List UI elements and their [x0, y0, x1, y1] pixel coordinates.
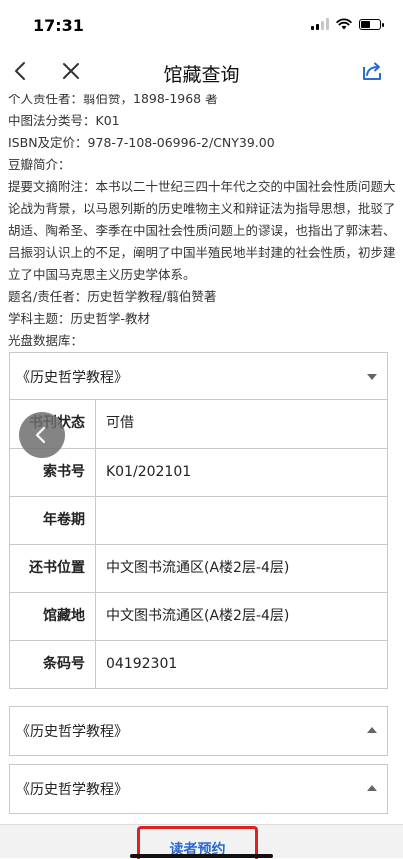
table-row: 条码号 04192301 [10, 640, 387, 688]
home-indicator [130, 854, 273, 858]
bottom-bar: 读者预约 [0, 824, 403, 859]
table-value: 中文图书流通区(A楼2层-4层) [106, 608, 290, 624]
book-info: 个人责任者：翦伯赞，1898-1968 著 中图法分类号：K01 ISBN及定价… [8, 94, 396, 352]
table-value: K01/202101 [106, 464, 192, 480]
info-line-subject: 学科主题：历史哲学-教材 [8, 311, 151, 326]
status-time: 17:31 [33, 16, 84, 35]
table-row: 索书号 K01/202101 [10, 448, 387, 496]
battery-icon [359, 18, 384, 30]
table-row: 书刊状态 可借 [10, 400, 387, 448]
caret-up-icon [367, 785, 377, 791]
info-line-isbn: ISBN及定价：978-7-108-06996-2/CNY39.00 [8, 135, 275, 150]
holding-title: 《历史哲学教程》 [16, 782, 128, 798]
table-value: 中文图书流通区(A楼2层-4层) [106, 560, 290, 576]
page-title: 馆藏查询 [163, 64, 240, 86]
caret-up-icon [367, 727, 377, 733]
content-area[interactable]: 个人责任者：翦伯赞，1898-1968 著 中图法分类号：K01 ISBN及定价… [0, 94, 403, 824]
status-bar: 17:31 [0, 0, 403, 50]
table-value: 可借 [106, 415, 134, 431]
table-value: 04192301 [106, 656, 178, 672]
table-key: 还书位置 [10, 545, 96, 592]
cellular-signal-icon [311, 18, 329, 30]
chevron-left-icon [35, 426, 46, 444]
floating-back-button[interactable] [19, 412, 65, 458]
info-line-douban: 豆瓣简介： [8, 157, 71, 172]
caret-down-icon [367, 374, 377, 380]
table-value [96, 497, 387, 544]
table-row: 馆藏地 中文图书流通区(A楼2层-4层) [10, 592, 387, 640]
status-icons [311, 18, 384, 30]
table-key: 馆藏地 [10, 593, 96, 640]
info-line-classification: 中图法分类号：K01 [8, 113, 120, 128]
holding-dropdown-2[interactable]: 《历史哲学教程》 [9, 706, 388, 756]
holding-title: 《历史哲学教程》 [16, 370, 128, 386]
table-row: 还书位置 中文图书流通区(A楼2层-4层) [10, 544, 387, 592]
navigation-bar: 馆藏查询 [0, 50, 403, 94]
info-line-title-author: 题名/责任者：历史哲学教程/翦伯赞著 [8, 289, 217, 304]
info-line-cd-database: 光盘数据库： [8, 333, 84, 348]
holding-detail-table: 书刊状态 可借 索书号 K01/202101 年卷期 还书位置 中文图书流通区(… [9, 399, 388, 689]
info-line-author: 个人责任者：翦伯赞，1898-1968 著 [8, 94, 218, 106]
holding-title: 《历史哲学教程》 [16, 724, 128, 740]
info-line-abstract: 提要文摘附注：本书以二十世纪三四十年代之交的中国社会性质问题大论战为背景，以马恩… [8, 179, 396, 282]
holding-dropdown-1[interactable]: 《历史哲学教程》 [9, 352, 388, 402]
holding-dropdown-3[interactable]: 《历史哲学教程》 [9, 764, 388, 814]
table-row: 年卷期 [10, 496, 387, 544]
wifi-icon [336, 18, 352, 30]
table-key: 条码号 [10, 641, 96, 688]
share-button[interactable] [359, 58, 385, 84]
table-key: 年卷期 [10, 497, 96, 544]
